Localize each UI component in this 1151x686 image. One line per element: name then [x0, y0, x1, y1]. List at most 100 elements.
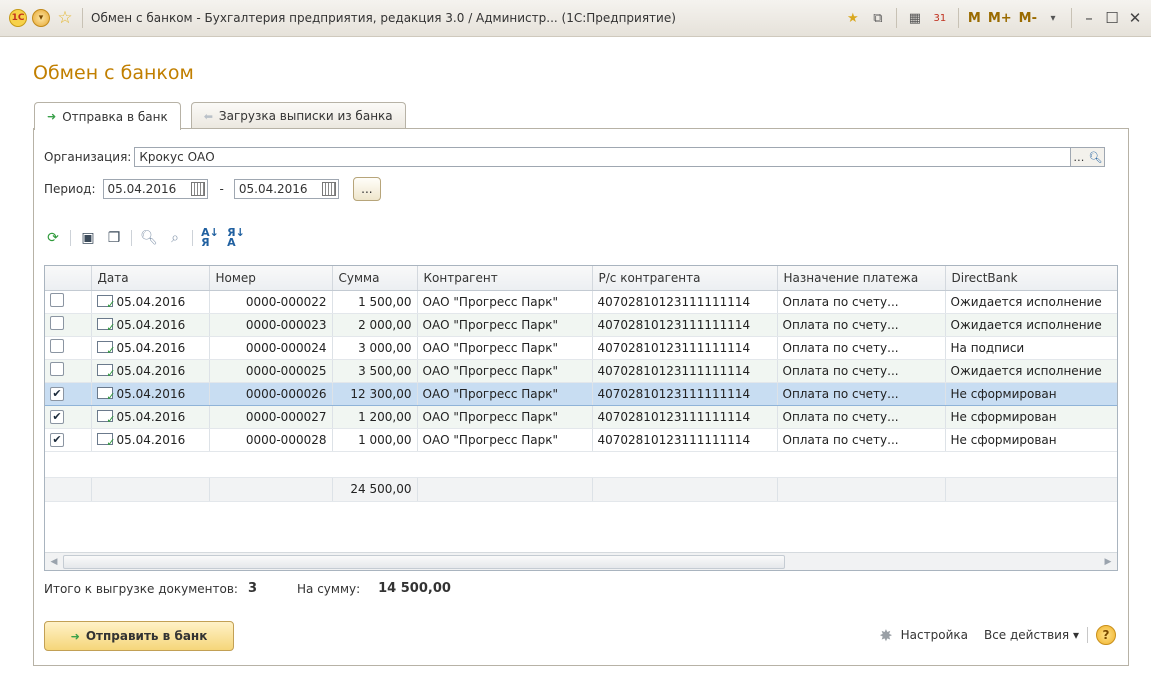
- date-value: 05.04.2016: [116, 340, 186, 355]
- toolbar-separator: [192, 230, 193, 246]
- period-dash: -: [219, 182, 224, 196]
- scroll-right-icon[interactable]: ▶: [1099, 557, 1117, 567]
- period-row: Период: 05.04.2016 - 05.04.2016 ...: [44, 177, 381, 201]
- sum-cell: 1 200,00: [332, 405, 418, 429]
- calendar-icon[interactable]: 31: [931, 9, 949, 27]
- column-header-counterparty[interactable]: Контрагент: [417, 266, 593, 291]
- find-icon[interactable]: 🔍︎: [140, 229, 158, 247]
- status-cell: Ожидается исполнение: [945, 290, 1117, 314]
- number-cell: 0000-000028: [209, 428, 333, 452]
- calculator-icon[interactable]: ▦: [906, 9, 924, 27]
- memory-m-plus-button[interactable]: M+: [988, 11, 1012, 26]
- row-checkbox[interactable]: [50, 316, 64, 330]
- gear-icon[interactable]: ✸: [879, 626, 892, 645]
- purpose-cell: Оплата по счету...: [777, 290, 946, 314]
- sum-cell: 3 500,00: [332, 359, 418, 383]
- calendar-picker-icon[interactable]: [321, 182, 336, 196]
- calendar-picker-icon[interactable]: [190, 182, 205, 196]
- organization-row: Организация: Крокус ОАО … 🔍︎: [44, 147, 1106, 167]
- purpose-cell: Оплата по счету...: [777, 359, 946, 383]
- date-value: 05.04.2016: [116, 386, 186, 401]
- date-cell: 05.04.2016: [91, 428, 210, 452]
- sum-cell: 1 500,00: [332, 290, 418, 314]
- totals-line: Итого к выгрузке документов: 3 На сумму:…: [44, 581, 451, 596]
- date-value: 05.04.2016: [116, 294, 186, 309]
- row-checkbox-cell: [45, 336, 92, 360]
- row-checkbox[interactable]: [50, 293, 64, 307]
- row-checkbox[interactable]: [50, 362, 64, 376]
- column-header-check[interactable]: [45, 266, 92, 291]
- account-cell: 40702810123111111114: [592, 313, 778, 337]
- open-search-icon[interactable]: 🔍︎: [1088, 151, 1102, 164]
- link-icon[interactable]: ⧉: [869, 9, 887, 27]
- column-header-sum[interactable]: Сумма: [332, 266, 418, 291]
- column-header-directbank[interactable]: DirectBank: [945, 266, 1117, 291]
- memory-m-button[interactable]: M: [968, 11, 981, 26]
- period-to-field[interactable]: 05.04.2016: [233, 179, 339, 199]
- close-icon[interactable]: ✕: [1127, 9, 1143, 27]
- form-title: Обмен с банком: [33, 62, 194, 84]
- toolbar-separator: [70, 230, 71, 246]
- memory-m-minus-button[interactable]: M-: [1019, 11, 1037, 26]
- date-value: 05.04.2016: [116, 409, 186, 424]
- horizontal-scrollbar[interactable]: ◀ ▶: [45, 552, 1117, 570]
- send-arrow-icon: ➜: [70, 629, 80, 643]
- all-actions-menu[interactable]: Все действия ▾: [984, 628, 1079, 642]
- sort-ascending-icon[interactable]: A↓ Я: [201, 227, 219, 248]
- tab-load-statement[interactable]: ⬅ Загрузка выписки из банка: [190, 102, 406, 129]
- scrollbar-thumb[interactable]: [63, 554, 785, 569]
- window-title: Обмен с банком - Бухгалтерия предприятия…: [91, 11, 676, 25]
- table-row[interactable]: 05.04.2016 0000-0000243 000,00ОАО "Прогре…: [45, 336, 1117, 360]
- add-favorite-icon[interactable]: ★: [844, 9, 862, 27]
- period-from-field[interactable]: 05.04.2016: [102, 179, 208, 199]
- column-header-account[interactable]: Р/с контрагента: [592, 266, 778, 291]
- tab-send-to-bank[interactable]: ➜ Отправка в банк: [34, 102, 181, 130]
- uncheck-all-icon[interactable]: ❐: [105, 229, 123, 247]
- column-header-purpose[interactable]: Назначение платежа: [777, 266, 946, 291]
- help-icon[interactable]: ?: [1096, 625, 1116, 645]
- select-dots-icon[interactable]: …: [1073, 151, 1084, 164]
- table-row[interactable]: ✔ 05.04.2016 0000-00002612 300,00ОАО "Прог…: [45, 381, 1117, 406]
- minimize-icon[interactable]: –: [1081, 9, 1097, 27]
- toolbar-separator: [131, 230, 132, 246]
- scroll-left-icon[interactable]: ◀: [45, 557, 63, 567]
- row-checkbox[interactable]: [50, 339, 64, 353]
- table-row[interactable]: 05.04.2016 0000-0000253 500,00ОАО "Прогре…: [45, 359, 1117, 383]
- send-to-bank-button[interactable]: ➜ Отправить в банк: [44, 621, 234, 651]
- table-row[interactable]: 05.04.2016 0000-0000221 500,00ОАО "Прогре…: [45, 290, 1117, 314]
- table-row[interactable]: 05.04.2016 0000-0000232 000,00ОАО "Прогре…: [45, 313, 1117, 337]
- total-sum: 24 500,00: [332, 476, 418, 502]
- table-total-row: 24 500,00: [45, 476, 1117, 502]
- dropdown-icon[interactable]: ▾: [1044, 9, 1062, 27]
- sum-cell: 2 000,00: [332, 313, 418, 337]
- organization-field[interactable]: Крокус ОАО: [134, 147, 1072, 167]
- row-checkbox[interactable]: ✔: [50, 432, 64, 447]
- maximize-icon[interactable]: ☐: [1104, 9, 1120, 27]
- sort-descending-icon[interactable]: Я↓ A: [227, 227, 245, 248]
- row-checkbox[interactable]: ✔: [50, 409, 64, 424]
- number-cell: 0000-000025: [209, 359, 333, 383]
- number-cell: 0000-000022: [209, 290, 333, 314]
- period-select-button[interactable]: ...: [352, 177, 381, 201]
- app-logo-icon[interactable]: 1С: [9, 9, 27, 27]
- row-checkbox-cell: ✔: [45, 381, 92, 406]
- account-cell: 40702810123111111114: [592, 290, 778, 314]
- favorite-star-icon[interactable]: ☆: [56, 8, 74, 28]
- window-title-bar: 1С ▾ ☆ Обмен с банком - Бухгалтерия пред…: [0, 0, 1151, 37]
- row-checkbox-cell: [45, 359, 92, 383]
- send-to-bank-label: Отправить в банк: [85, 629, 208, 643]
- date-cell: 05.04.2016: [91, 359, 210, 383]
- counterparty-cell: ОАО "Прогресс Парк": [417, 405, 593, 429]
- account-cell: 40702810123111111114: [592, 359, 778, 383]
- column-header-number[interactable]: Номер: [209, 266, 333, 291]
- settings-link[interactable]: Настройка: [901, 628, 968, 642]
- table-row[interactable]: ✔ 05.04.2016 0000-0000281 000,00ОАО "Прогр…: [45, 428, 1117, 452]
- table-row[interactable]: ✔ 05.04.2016 0000-0000271 200,00ОАО "Прогр…: [45, 405, 1117, 429]
- refresh-icon[interactable]: ⟳: [44, 229, 62, 247]
- number-cell: 0000-000023: [209, 313, 333, 337]
- row-checkbox[interactable]: ✔: [50, 386, 64, 401]
- main-menu-icon[interactable]: ▾: [32, 9, 50, 27]
- check-all-icon[interactable]: ▣: [79, 229, 97, 247]
- cancel-find-icon[interactable]: ⌕: [166, 229, 184, 247]
- column-header-date[interactable]: Дата: [91, 266, 210, 291]
